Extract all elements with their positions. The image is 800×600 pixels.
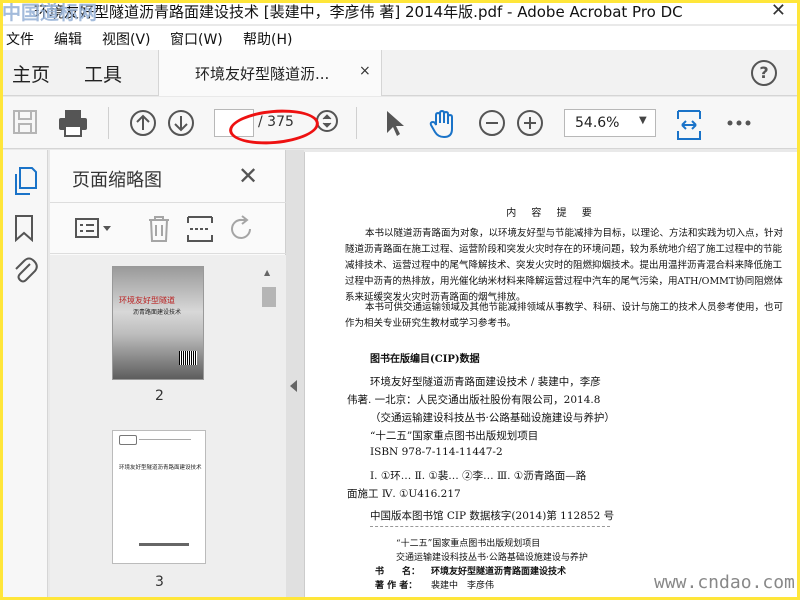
- cip-line: 伟著. 一北京：人民交通出版社股份有限公司，2014.8: [347, 394, 601, 406]
- zoom-value: 54.6%: [575, 115, 620, 131]
- cip-line: 中国版本图书馆 CIP 数据核字(2014)第 112852 号: [370, 510, 615, 522]
- zoom-select[interactable]: 54.6% ▼: [564, 109, 656, 137]
- divider: [370, 526, 610, 527]
- menu-bar: 文件 编辑 视图(V) 窗口(W) 帮助(H): [0, 26, 800, 50]
- thumbnail-toolbar: [50, 202, 286, 254]
- footer-line: 交通运输建设科技丛书·公路基础设施建设与养护: [396, 553, 588, 563]
- cip-line: （交通运输建设科技丛书·公路基础设施建设与养护）: [370, 412, 615, 424]
- window-title: 环境友好型隧道沥青路面建设技术 [裴建中，李彦伟 著] 2014年版.pdf -…: [34, 3, 683, 21]
- thumbnail-page-heading: 环境友好型隧道沥青路面建设技术: [119, 465, 202, 471]
- window-close-icon[interactable]: ✕: [771, 0, 786, 21]
- menu-window[interactable]: 窗口(W): [170, 29, 223, 49]
- thumbnail-options-icon[interactable]: [74, 217, 114, 241]
- page-thumbnails-icon[interactable]: [12, 166, 38, 196]
- chevron-down-icon: ▼: [639, 115, 647, 126]
- barcode-icon: [179, 351, 197, 365]
- thumbnail-cover-subtitle: 沥青路面建设技术: [133, 309, 182, 316]
- scroll-up-icon[interactable]: ▲: [264, 268, 270, 277]
- panel-title: 页面缩略图: [72, 170, 162, 191]
- print-icon[interactable]: [58, 109, 88, 137]
- cip-line: 环境友好型隧道沥青路面建设技术 / 裴建中，李彦: [370, 376, 601, 388]
- page-stepper-icon[interactable]: [316, 109, 338, 133]
- tab-document[interactable]: 环境友好型隧道沥... ×: [158, 50, 382, 96]
- tab-tools[interactable]: 工具: [84, 60, 122, 87]
- toolbar-separator: [356, 107, 357, 139]
- cip-line: “十二五”国家重点图书出版规划项目: [370, 430, 539, 442]
- thumbnail-label: 3: [155, 574, 164, 590]
- author-label: 著 作 者：: [375, 581, 418, 591]
- cip-line: 面施工 Ⅳ. ①U416.217: [347, 488, 461, 500]
- fit-page-icon[interactable]: [676, 109, 702, 141]
- cip-line: Ⅰ. ①环… Ⅱ. ①裴… ②李… Ⅲ. ①沥青路面—路: [370, 470, 587, 482]
- toolbar: / 375 54.6% ▼: [0, 97, 800, 149]
- zoom-out-icon[interactable]: [478, 109, 506, 137]
- bookmark-icon[interactable]: [12, 214, 36, 242]
- menu-help[interactable]: 帮助(H): [243, 29, 292, 49]
- help-icon[interactable]: ?: [751, 60, 777, 86]
- cip-title: 图书在版编目(CIP)数据: [370, 354, 480, 365]
- attachment-icon[interactable]: [12, 256, 38, 284]
- site-watermark-bottom: www.cndao.com: [654, 572, 795, 593]
- zoom-in-icon[interactable]: [516, 109, 544, 137]
- left-rail: [0, 150, 48, 600]
- previous-page-icon[interactable]: [129, 109, 157, 137]
- hand-tool-icon[interactable]: [428, 109, 458, 139]
- menu-file[interactable]: 文件: [6, 29, 34, 49]
- extract-pages-icon[interactable]: [186, 215, 214, 243]
- panel-close-icon[interactable]: ✕: [238, 162, 258, 190]
- save-icon[interactable]: [12, 109, 38, 135]
- collapse-panel-icon[interactable]: [290, 380, 297, 392]
- thumbnail-page-3[interactable]: 环境友好型隧道沥青路面建设技术: [112, 430, 206, 564]
- summary-paragraph-1: 本书以隧道沥青路面为对象，以环境友好型与节能减排为目标，以理论、方法和实践为切入…: [345, 228, 784, 303]
- window-titlebar: 环境友好型隧道沥青路面建设技术 [裴建中，李彦伟 著] 2014年版.pdf -…: [0, 0, 800, 24]
- tab-document-label: 环境友好型隧道沥...: [195, 65, 330, 83]
- menu-edit[interactable]: 编辑: [54, 29, 82, 49]
- footer-line: “十二五”国家重点图书出版规划项目: [396, 539, 541, 549]
- delete-icon[interactable]: [146, 215, 172, 243]
- summary-paragraph-2: 本书可供交通运输领域及其他节能减排领域从事教学、科研、设计与施工的技术人员参考使…: [345, 302, 784, 329]
- toolbar-separator: [108, 107, 109, 139]
- divider: [139, 439, 191, 440]
- tab-bar: 主页 工具 环境友好型隧道沥... × ?: [0, 50, 800, 96]
- author-name: 裴建中 李彦伟: [431, 581, 495, 591]
- scrollbar-thumb[interactable]: [262, 287, 276, 307]
- site-watermark: 中国道标网: [2, 2, 98, 24]
- panel-splitter[interactable]: [286, 150, 304, 600]
- menu-view[interactable]: 视图(V): [102, 29, 151, 49]
- logo-icon: [119, 435, 137, 445]
- tab-home[interactable]: 主页: [12, 60, 50, 87]
- select-cursor-icon[interactable]: [384, 109, 406, 137]
- book-name: 环境友好型隧道沥青路面建设技术: [431, 567, 567, 577]
- rotate-icon[interactable]: [228, 215, 256, 243]
- document-page: 内 容 提 要 本书以隧道沥青路面为对象，以环境友好型与节能减排为目标，以理论、…: [304, 152, 798, 600]
- tab-close-icon[interactable]: ×: [359, 63, 371, 79]
- book-label: 书 名：: [375, 567, 421, 577]
- next-page-icon[interactable]: [167, 109, 195, 137]
- publisher-line: [139, 543, 189, 546]
- cip-line: ISBN 978-7-114-11447-2: [370, 446, 503, 458]
- thumbnail-page-2[interactable]: 环境友好型隧道 沥青路面建设技术: [112, 266, 204, 380]
- thumbnail-label: 2: [155, 388, 164, 404]
- thumbnail-cover-title: 环境友好型隧道: [119, 296, 175, 305]
- page-heading: 内 容 提 要: [506, 208, 598, 219]
- more-options-icon[interactable]: [726, 109, 752, 137]
